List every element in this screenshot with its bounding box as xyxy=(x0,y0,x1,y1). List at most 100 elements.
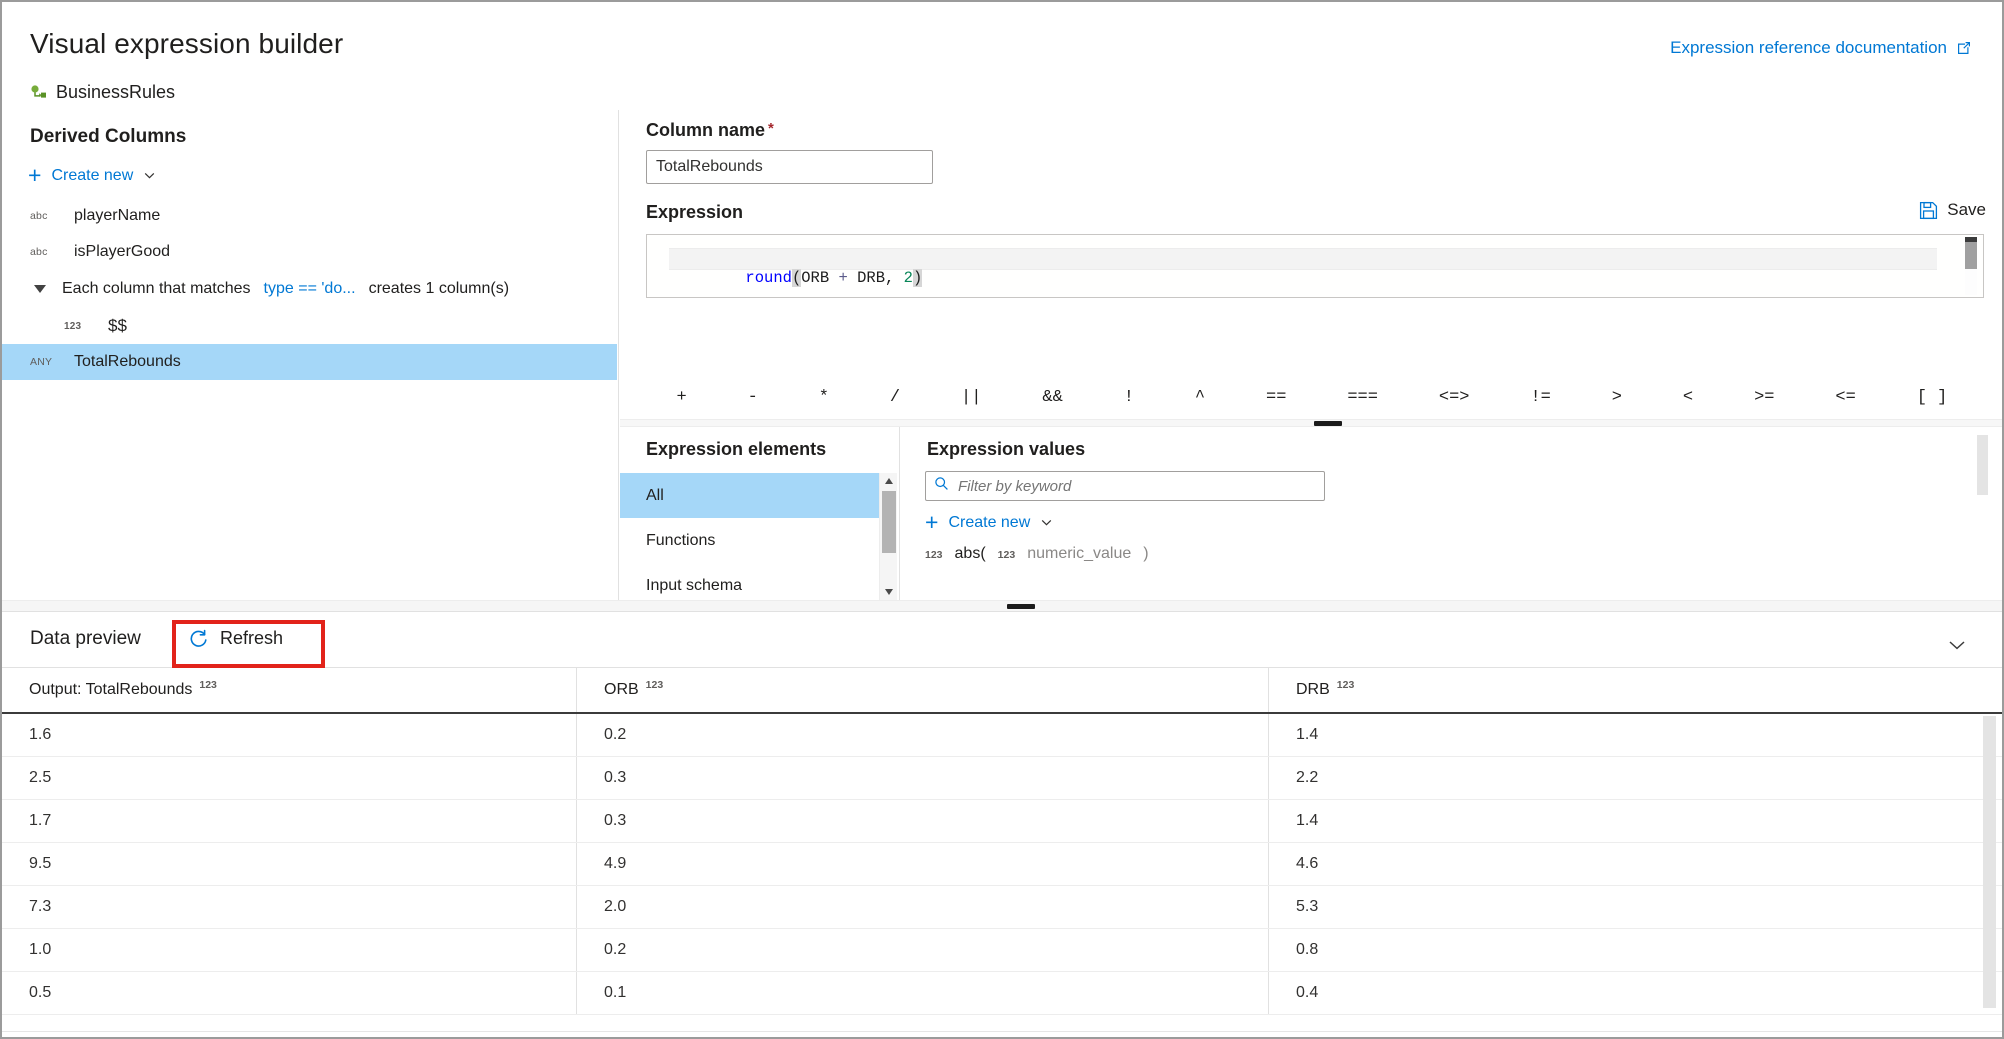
data-preview-resizer[interactable] xyxy=(2,600,2002,612)
operator-button-null-safe-equals[interactable]: <=> xyxy=(1433,386,1476,409)
expression-values-title: Expression values xyxy=(927,439,1085,460)
table-row[interactable]: 0.5 0.1 0.4 xyxy=(2,972,2002,1015)
table-row[interactable]: 1.6 0.2 1.4 xyxy=(2,714,2002,757)
create-new-value-button[interactable]: + Create new xyxy=(925,511,1053,534)
operator-button-caret[interactable]: ^ xyxy=(1189,386,1211,409)
column-item-isplayergood[interactable]: abc isPlayerGood xyxy=(2,234,617,270)
expression-value-item-abs[interactable]: 123 abs( 123 numeric_value ) xyxy=(925,545,1149,563)
operator-button-not-equals[interactable]: != xyxy=(1524,386,1556,409)
expression-token-orb: ORB xyxy=(801,269,829,287)
column-item-dollar-dollar[interactable]: 123 $$ xyxy=(2,308,617,344)
operator-button-and[interactable]: && xyxy=(1036,386,1068,409)
value-function-name: abs( xyxy=(955,545,986,563)
derived-column-icon xyxy=(30,84,48,102)
expression-values-pane: Expression values + Create new 123 abs( … xyxy=(901,427,2004,600)
resize-grip-handle[interactable] xyxy=(1007,604,1035,609)
operator-button-plus[interactable]: + xyxy=(670,386,692,409)
table-row[interactable]: 1.0 0.2 0.8 xyxy=(2,929,2002,972)
table-row[interactable]: 9.5 4.9 4.6 xyxy=(2,843,2002,886)
create-new-column-button[interactable]: + Create new xyxy=(28,164,156,187)
column-type-tag: 123 xyxy=(64,321,94,332)
table-cell: 7.3 xyxy=(2,886,577,928)
operator-button-divide[interactable]: / xyxy=(884,386,906,409)
expression-elements-pane: Expression elements All Functions Input … xyxy=(620,427,900,600)
plus-icon: + xyxy=(925,511,938,534)
expression-scrollbar-thumb[interactable] xyxy=(1965,237,1977,269)
table-cell: 0.3 xyxy=(577,800,1269,842)
operator-button-multiply[interactable]: * xyxy=(813,386,835,409)
element-category-label: All xyxy=(646,487,664,505)
operator-button-strict-equals[interactable]: === xyxy=(1341,386,1384,409)
data-preview-grid: Output: TotalRebounds 123 ORB 123 DRB 12… xyxy=(2,668,2002,1037)
operator-button-less-equals[interactable]: <= xyxy=(1829,386,1861,409)
column-name-label: Column name* xyxy=(646,120,774,141)
column-name-label-text: Column name xyxy=(646,120,765,140)
expression-panel-resizer[interactable] xyxy=(620,419,2004,427)
table-cell: 4.9 xyxy=(577,843,1269,885)
search-icon xyxy=(934,476,949,496)
column-header-drb[interactable]: DRB 123 xyxy=(1269,668,1959,712)
column-header-type-tag: 123 xyxy=(646,679,664,691)
data-preview-header-row: Output: TotalRebounds 123 ORB 123 DRB 12… xyxy=(2,668,2002,714)
column-item-totalrebounds[interactable]: ANY TotalRebounds xyxy=(2,344,617,380)
table-cell: 2.0 xyxy=(577,886,1269,928)
save-button[interactable]: Save xyxy=(1919,200,1986,220)
value-return-type-tag: 123 xyxy=(925,549,943,561)
column-name-input[interactable] xyxy=(646,150,933,184)
column-pattern-row[interactable]: Each column that matches type == 'do... … xyxy=(2,270,617,308)
operator-button-equals[interactable]: == xyxy=(1260,386,1292,409)
data-preview-collapse-icon[interactable] xyxy=(1946,638,1968,657)
visual-expression-builder-window: Visual expression builder Expression ref… xyxy=(0,0,2004,1039)
expression-elements-scrollbar[interactable] xyxy=(879,473,897,600)
operator-button-not[interactable]: ! xyxy=(1118,386,1140,409)
save-label: Save xyxy=(1947,200,1986,220)
expression-reference-documentation-link[interactable]: Expression reference documentation xyxy=(1670,38,1972,58)
column-header-output-totalrebounds[interactable]: Output: TotalRebounds 123 xyxy=(2,668,577,712)
operator-button-less[interactable]: < xyxy=(1677,386,1699,409)
table-row[interactable]: 2.5 0.3 2.2 xyxy=(2,757,2002,800)
expression-elements-title: Expression elements xyxy=(646,439,826,460)
expression-elements-scrollbar-thumb[interactable] xyxy=(882,491,896,553)
caret-down-icon[interactable] xyxy=(34,285,46,293)
create-new-label: Create new xyxy=(51,167,133,185)
save-floppy-icon xyxy=(1919,201,1938,220)
table-cell: 0.1 xyxy=(577,972,1269,1014)
expression-code-text: round(ORB + DRB, 2) xyxy=(671,250,922,298)
operator-toolbar: + - * / || && ! ^ == === <=> != > < >= <… xyxy=(620,374,2004,420)
required-marker: * xyxy=(768,120,774,137)
column-header-label: Output: TotalRebounds xyxy=(29,681,192,699)
page-title: Visual expression builder xyxy=(30,28,343,60)
pattern-condition-link[interactable]: type == 'do... xyxy=(264,280,356,298)
expression-values-scrollbar[interactable] xyxy=(1977,435,1988,495)
scroll-up-arrow-icon[interactable] xyxy=(880,473,898,489)
table-cell: 2.2 xyxy=(1269,757,1959,799)
table-cell: 0.8 xyxy=(1269,929,1959,971)
filter-search-box[interactable] xyxy=(925,471,1325,501)
refresh-button[interactable]: Refresh xyxy=(188,628,283,649)
derived-columns-heading: Derived Columns xyxy=(30,126,186,148)
table-cell: 0.2 xyxy=(577,929,1269,971)
operator-button-minus[interactable]: - xyxy=(742,386,764,409)
column-type-tag: abc xyxy=(30,210,60,222)
table-cell: 4.6 xyxy=(1269,843,1959,885)
column-item-playername[interactable]: abc playerName xyxy=(2,198,617,234)
table-row[interactable]: 7.3 2.0 5.3 xyxy=(2,886,2002,929)
resize-grip-handle[interactable] xyxy=(1314,421,1342,426)
column-header-orb[interactable]: ORB 123 xyxy=(577,668,1269,712)
expression-code-editor[interactable]: round(ORB + DRB, 2) xyxy=(646,234,1984,298)
value-param-type-tag: 123 xyxy=(998,549,1016,561)
operator-button-greater-equals[interactable]: >= xyxy=(1748,386,1780,409)
data-preview-scrollbar[interactable] xyxy=(1983,716,1996,1008)
table-cell: 0.5 xyxy=(2,972,577,1014)
filter-input[interactable] xyxy=(956,477,1316,496)
element-category-all[interactable]: All xyxy=(620,473,879,518)
element-category-functions[interactable]: Functions xyxy=(620,518,879,563)
table-row[interactable]: 1.7 0.3 1.4 xyxy=(2,800,2002,843)
operator-button-brackets[interactable]: [ ] xyxy=(1911,386,1954,409)
scroll-down-arrow-icon[interactable] xyxy=(880,584,898,600)
table-cell: 2.5 xyxy=(2,757,577,799)
operator-button-or[interactable]: || xyxy=(955,386,987,409)
column-header-label: DRB xyxy=(1296,681,1330,699)
operator-button-greater[interactable]: > xyxy=(1606,386,1628,409)
expression-elements-list: All Functions Input schema xyxy=(620,473,879,608)
